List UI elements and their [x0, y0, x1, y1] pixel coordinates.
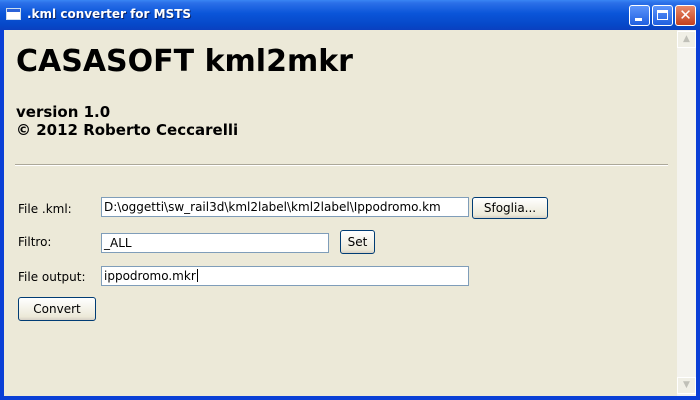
close-icon: ✕: [679, 6, 692, 24]
version-label: version 1.0: [16, 103, 111, 121]
maximize-icon: [657, 10, 668, 20]
app-window: .kml converter for MSTS ✕ CASASOFT kml2m…: [0, 0, 700, 400]
browse-button[interactable]: Sfoglia...: [472, 197, 548, 219]
set-button[interactable]: Set: [340, 230, 375, 254]
output-value: ippodromo.mkr: [104, 269, 196, 283]
arrow-up-icon: ▲: [683, 34, 690, 44]
filter-label: Filtro:: [18, 235, 52, 249]
minimize-icon: [635, 18, 642, 21]
window-title: .kml converter for MSTS: [27, 7, 192, 21]
file-kml-input[interactable]: D:\oggetti\sw_rail3d\kml2label\kml2label…: [101, 197, 469, 217]
close-button[interactable]: ✕: [675, 5, 696, 26]
client-area: CASASOFT kml2mkr version 1.0 © 2012 Robe…: [4, 30, 696, 396]
arrow-down-icon: ▼: [683, 380, 690, 390]
maximize-button[interactable]: [652, 5, 673, 26]
scroll-down-button[interactable]: ▼: [677, 377, 696, 394]
filter-input[interactable]: _ALL: [101, 233, 329, 253]
convert-button[interactable]: Convert: [18, 297, 96, 321]
file-kml-label: File .kml:: [18, 202, 72, 216]
output-input[interactable]: ippodromo.mkr: [101, 266, 469, 286]
minimize-button[interactable]: [629, 5, 650, 26]
separator-line: [15, 164, 668, 166]
app-title: CASASOFT kml2mkr: [16, 44, 353, 79]
scroll-up-button[interactable]: ▲: [677, 31, 696, 48]
window-icon: [6, 8, 21, 20]
text-caret: [196, 269, 198, 282]
vertical-scrollbar[interactable]: ▲ ▼: [677, 30, 696, 396]
output-label: File output:: [18, 270, 86, 284]
title-bar[interactable]: .kml converter for MSTS ✕: [0, 0, 700, 30]
copyright-label: © 2012 Roberto Ceccarelli: [16, 121, 239, 139]
